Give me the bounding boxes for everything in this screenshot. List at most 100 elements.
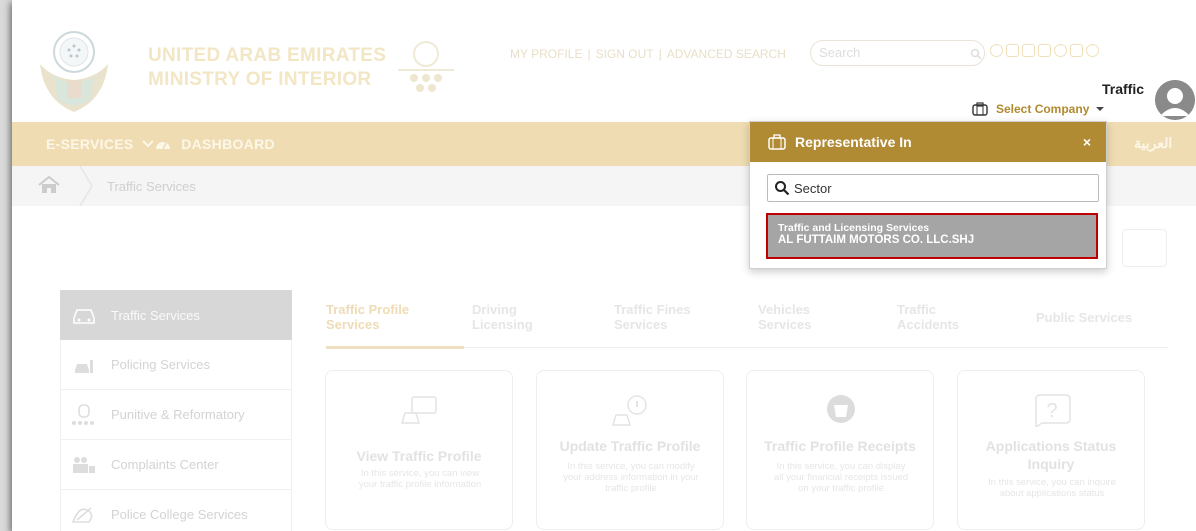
uae-emblem-logo (40, 31, 108, 112)
card-desc-line1: In this service, you can inquire (988, 477, 1116, 488)
card-title: View Traffic Profile (356, 448, 482, 464)
user-icon (1155, 80, 1195, 120)
people-icon (73, 456, 95, 473)
dashboard-menu[interactable]: DASHBOARD (155, 136, 275, 152)
chevron-down-icon (142, 140, 154, 148)
card-desc-line3: on your traffic profile (798, 483, 884, 494)
card-description: In this service, you can inquire about a… (966, 477, 1138, 499)
sidebar-item-label: Policing Services (111, 357, 210, 372)
filter-input[interactable] (1122, 229, 1167, 267)
svg-text:?: ? (1046, 400, 1057, 422)
rss-icon[interactable] (1022, 44, 1035, 57)
avatar[interactable] (1155, 80, 1195, 120)
tab-label-line1: Public Services (1036, 310, 1133, 325)
card-desc-line1: In this service, you can modify (567, 461, 695, 472)
tab-public-services[interactable]: Public Services (1036, 310, 1132, 325)
popup-title: Representative In (795, 134, 912, 150)
select-company-dropdown[interactable]: Select Company (972, 102, 1105, 116)
link-separator: | (658, 47, 662, 61)
card-description: In this service, you can modify your add… (545, 461, 717, 494)
tab-traffic-accidents[interactable]: Traffic Accidents (897, 302, 959, 332)
sound-icon[interactable] (1070, 44, 1083, 57)
sidebar-item-label: Traffic Services (111, 307, 200, 323)
search-icon[interactable] (970, 48, 982, 60)
briefcase-icon (768, 134, 786, 150)
select-company-label: Select Company (996, 102, 1090, 116)
sidebar-item-label: Punitive & Reformatory (111, 407, 245, 422)
card-title-line2: Inquiry (1027, 456, 1075, 472)
card-title: Update Traffic Profile (559, 438, 701, 454)
services-sidebar: Traffic Services Policing Services Punit… (60, 290, 292, 531)
tab-label-line2: Licensing (472, 317, 533, 332)
update-info-icon (611, 395, 647, 426)
user-name: Traffic (1102, 81, 1145, 97)
card-description: In this service, you can display all you… (755, 461, 927, 494)
dashboard-icon (156, 142, 170, 150)
caret-down-icon (1096, 107, 1105, 111)
service-card-update-traffic-profile[interactable]: Update Traffic Profile In this service, … (536, 370, 724, 530)
tab-label-line2: Services (758, 317, 812, 332)
receipt-icon (827, 395, 855, 423)
settings-icon[interactable] (1086, 44, 1099, 57)
help-icon[interactable] (1054, 44, 1067, 57)
browser-frame: UNITED ARAB EMIRATES MINISTRY OF INTERIO… (12, 0, 1196, 531)
sidebar-item-punitive-reformatory[interactable]: Punitive & Reformatory (60, 390, 292, 440)
company-option[interactable]: Traffic and Licensing Services AL FUTTAI… (766, 213, 1098, 259)
card-description: In this service, you can view your traff… (334, 468, 506, 490)
tab-traffic-fines-services[interactable]: Traffic Fines Services (614, 302, 691, 332)
service-card-traffic-profile-receipts[interactable]: Traffic Profile Receipts In this service… (746, 370, 934, 530)
handcuff-icon (72, 403, 94, 425)
site-search-input[interactable]: Search (810, 40, 985, 66)
tab-driving-licensing[interactable]: Driving Licensing (472, 302, 533, 332)
sidebar-item-label: Police College Services (111, 507, 248, 522)
breadcrumb-current[interactable]: Traffic Services (107, 179, 196, 194)
car-icon (73, 309, 95, 324)
company-search-input[interactable]: Sector (767, 174, 1099, 202)
card-title: Traffic Profile Receipts (764, 438, 916, 454)
home-icon[interactable] (38, 176, 60, 194)
active-tab-indicator (326, 346, 464, 349)
language-switch[interactable]: العربية (1134, 135, 1172, 152)
my-profile-link[interactable]: MY PROFILE (510, 47, 582, 61)
tab-traffic-profile-services[interactable]: Traffic Profile Services (326, 302, 409, 332)
card-desc-line2: about applications status (999, 488, 1105, 499)
tab-label-line1: Vehicles (758, 302, 811, 317)
link-separator: | (587, 47, 591, 61)
dashboard-label: DASHBOARD (181, 136, 275, 152)
close-icon[interactable]: × (1080, 135, 1094, 149)
card-desc-line2: all your financial receipts issued (773, 472, 909, 483)
tab-label-line2: Accidents (897, 317, 960, 332)
title-line-1: UNITED ARAB EMIRATES (148, 45, 387, 66)
moi-logo (398, 41, 454, 92)
police-car-icon (75, 359, 93, 373)
info-icon[interactable] (990, 44, 1003, 57)
sidebar-item-police-college-services[interactable]: Police College Services (60, 490, 292, 531)
sidebar-item-complaints-center[interactable]: Complaints Center (60, 440, 292, 490)
card-desc-line2: your traffic profile information (358, 479, 482, 490)
service-tabs: Traffic Profile Services Driving Licensi… (326, 298, 1168, 349)
print-icon[interactable] (1006, 44, 1019, 57)
card-title-line1: Applications Status (985, 438, 1117, 454)
sidebar-item-policing-services[interactable]: Policing Services (60, 340, 292, 390)
tab-vehicles-services[interactable]: Vehicles Services (758, 302, 812, 332)
tab-label-line2: Services (614, 317, 668, 332)
service-card-view-traffic-profile[interactable]: View Traffic Profile In this service, yo… (325, 370, 513, 530)
sidebar-item-label: Complaints Center (111, 457, 219, 472)
question-icon: ? (1035, 394, 1071, 427)
profile-card-icon (400, 396, 437, 424)
service-card-applications-status-inquiry[interactable]: ? Applications Status Inquiry In this se… (957, 370, 1145, 530)
card-desc-line1: In this service, you can display (776, 461, 906, 472)
ministry-title: UNITED ARAB EMIRATES MINISTRY OF INTERIO… (148, 44, 386, 92)
tab-label-line1: Traffic Profile (326, 302, 410, 317)
title-line-2: MINISTRY OF INTERIOR (148, 69, 372, 90)
eservices-menu[interactable]: E-SERVICES (46, 136, 154, 152)
sign-out-link[interactable]: SIGN OUT (596, 47, 654, 61)
sidebar-item-traffic-services[interactable]: Traffic Services (60, 290, 292, 340)
tab-label-line1: Driving (472, 302, 517, 317)
advanced-search-link[interactable]: ADVANCED SEARCH (667, 47, 786, 61)
representative-popup: Representative In × Sector Traffic and L… (749, 121, 1107, 269)
top-links: MY PROFILE | SIGN OUT | ADVANCED SEARCH (510, 47, 786, 61)
mail-icon[interactable] (1038, 44, 1051, 57)
breadcrumb-separator-icon (79, 166, 93, 206)
briefcase-icon (972, 102, 988, 116)
